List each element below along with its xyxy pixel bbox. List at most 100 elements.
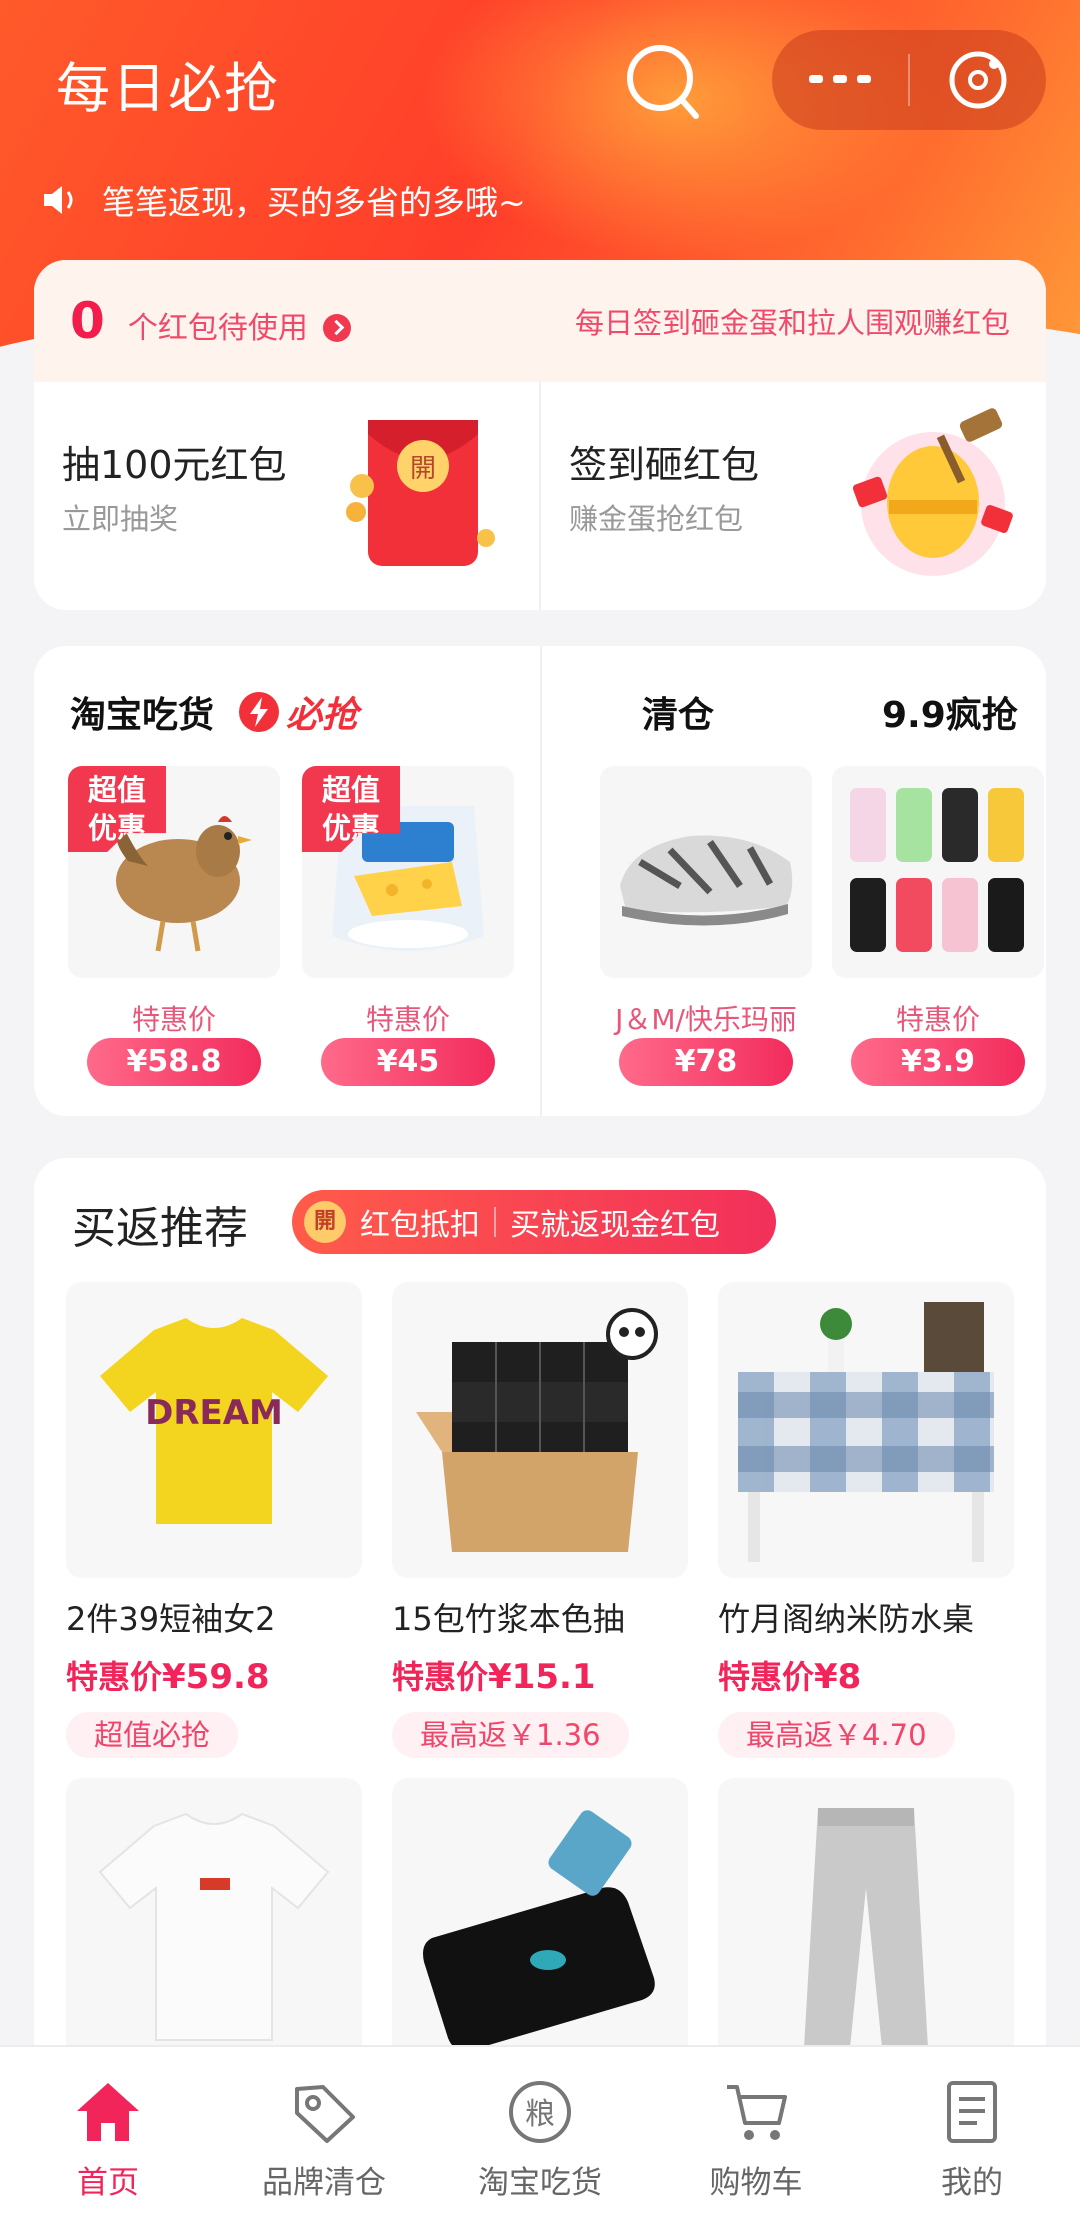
foodie-title: 淘宝吃货 bbox=[70, 695, 215, 736]
product-price-label: 特惠价 bbox=[131, 1003, 216, 1036]
rec-product-card[interactable]: DREAM 2件39短袖女2 特惠价¥59.8 超值必抢 bbox=[66, 1282, 362, 1758]
top-bar: 每日必抢 笔笔返现，买的多省的多哦~ bbox=[0, 0, 1080, 222]
banner-left-text: 红包抵扣 bbox=[360, 1208, 480, 1243]
redpack-header[interactable]: 0 个红包待使用 每日签到砸金蛋和拉人围观赚红包 bbox=[34, 260, 1046, 382]
coin-icon: 開 bbox=[304, 1201, 346, 1243]
tab-label: 我的 bbox=[941, 2165, 1003, 2201]
red-envelope-open-text: 開 bbox=[410, 454, 436, 484]
redpack-card: 0 个红包待使用 每日签到砸金蛋和拉人围观赚红包 抽100元红包 立即抽奖 開 … bbox=[34, 260, 1046, 610]
clearance-section[interactable]: 清仓 9.9疯抢 J＆M/快乐玛丽 ¥78 特惠价 ¥3.9 bbox=[542, 646, 1046, 1116]
yellow-tshirt-image: DREAM bbox=[100, 1318, 328, 1524]
mini-program-capsule bbox=[772, 30, 1046, 130]
clearance-title: 清仓 bbox=[642, 695, 715, 736]
rec-product-card[interactable]: 15包竹浆本色抽 特惠价¥15.1 最高返￥1.36 bbox=[392, 1282, 688, 1758]
lottery-redpack-entry[interactable]: 抽100元红包 立即抽奖 開 bbox=[34, 382, 539, 610]
tablecloth-image bbox=[738, 1302, 994, 1562]
phone-cases-image bbox=[850, 788, 1024, 952]
price-amount: ¥15.1 bbox=[488, 1657, 596, 1697]
shoe-image bbox=[620, 835, 793, 926]
product-image bbox=[718, 1282, 1014, 1578]
tab-label: 首页 bbox=[77, 2165, 139, 2201]
speaker-icon bbox=[44, 186, 73, 214]
tshirt-print-text: DREAM bbox=[145, 1393, 283, 1433]
product-image bbox=[66, 1778, 362, 2074]
page-title: 每日必抢 bbox=[56, 57, 280, 120]
tab-label: 购物车 bbox=[709, 2165, 803, 2201]
close-button[interactable] bbox=[910, 30, 1046, 130]
close-circle-icon bbox=[949, 51, 1007, 109]
document-icon bbox=[947, 2081, 997, 2143]
red-envelope-icon: 開 bbox=[346, 420, 495, 566]
product-price-row: 特惠价¥8 bbox=[718, 1652, 1014, 1698]
lottery-subtitle: 立即抽奖 bbox=[62, 502, 179, 536]
tab-brand-clearance[interactable]: 品牌清仓 bbox=[216, 2047, 432, 2221]
tab-foodie[interactable]: 粮 淘宝吃货 bbox=[432, 2047, 648, 2221]
redpack-count-label: 个红包待使用 bbox=[127, 311, 308, 346]
banner-right-text: 买就返现金红包 bbox=[510, 1208, 720, 1243]
price-label: 特惠价 bbox=[718, 1658, 815, 1696]
tissue-box-image bbox=[416, 1308, 658, 1552]
search-icon bbox=[627, 45, 699, 119]
cashback-banner[interactable]: 開 红包抵扣 买就返现金红包 bbox=[292, 1190, 776, 1254]
grey-pants-image bbox=[804, 1808, 928, 2048]
product-price-row: 特惠价¥15.1 bbox=[392, 1652, 688, 1698]
bottom-tab-bar: 首页 品牌清仓 粮 淘宝吃货 购物车 我的 bbox=[0, 2045, 1080, 2221]
more-icon bbox=[809, 75, 871, 83]
cashback-tag: 最高返￥1.36 bbox=[392, 1712, 629, 1758]
lottery-title: 抽100元红包 bbox=[62, 443, 287, 487]
grain-icon: 粮 bbox=[509, 2081, 571, 2143]
product-image bbox=[392, 1778, 688, 2074]
search-button[interactable] bbox=[620, 38, 710, 128]
product-price-label: 特惠价 bbox=[895, 1003, 980, 1036]
rec-product-card[interactable] bbox=[718, 1778, 1014, 2074]
notice-bar: 笔笔返现，买的多省的多哦~ bbox=[40, 176, 526, 224]
rec-product-card[interactable] bbox=[392, 1778, 688, 2074]
product-thumb-shoe[interactable] bbox=[600, 766, 812, 978]
tab-mine[interactable]: 我的 bbox=[864, 2047, 1080, 2221]
rec-product-card[interactable]: 竹月阁纳米防水桌 特惠价¥8 最高返￥4.70 bbox=[718, 1282, 1014, 1758]
promo-tag: 超值必抢 bbox=[66, 1712, 239, 1758]
sign-in-redpack-entry[interactable]: 签到砸红包 赚金蛋抢红包 bbox=[539, 382, 1046, 610]
product-image bbox=[392, 1282, 688, 1578]
product-price-row: 特惠价¥59.8 bbox=[66, 1652, 362, 1698]
flash-sale-title: 9.9疯抢 bbox=[882, 695, 1018, 736]
product-price: ¥3.9 bbox=[851, 1038, 1025, 1086]
tab-cart[interactable]: 购物车 bbox=[648, 2047, 864, 2221]
product-name: 15包竹浆本色抽 bbox=[392, 1600, 625, 1638]
rec-product-card[interactable] bbox=[66, 1778, 362, 2074]
product-price: ¥45 bbox=[321, 1038, 495, 1086]
price-label: 特惠价 bbox=[392, 1658, 489, 1696]
product-price: ¥78 bbox=[619, 1038, 793, 1086]
product-image: DREAM bbox=[66, 1282, 362, 1578]
golden-egg-icon bbox=[852, 408, 1013, 576]
grain-icon-text: 粮 bbox=[525, 2097, 555, 2132]
product-name: 竹月阁纳米防水桌 bbox=[718, 1600, 975, 1638]
product-price: ¥58.8 bbox=[87, 1038, 261, 1086]
price-amount: ¥59.8 bbox=[162, 1657, 270, 1697]
notice-text: 笔笔返现，买的多省的多哦~ bbox=[102, 183, 526, 222]
more-button[interactable] bbox=[772, 30, 908, 130]
product-thumb-phone-cases[interactable] bbox=[832, 766, 1044, 978]
lightning-icon bbox=[239, 692, 279, 732]
promo-card: 淘宝吃货 必抢 超值 优惠 特惠价 ¥58.8 超值 优惠 特惠价 ¥45 清仓… bbox=[34, 646, 1046, 1116]
must-grab-text: 必抢 bbox=[286, 695, 359, 736]
tab-home[interactable]: 首页 bbox=[0, 2047, 216, 2221]
product-price-label: J＆M/快乐玛丽 bbox=[615, 1003, 797, 1036]
tab-label: 品牌清仓 bbox=[262, 2165, 386, 2201]
foodie-section[interactable]: 淘宝吃货 必抢 超值 优惠 特惠价 ¥58.8 超值 优惠 特惠价 ¥45 bbox=[34, 646, 540, 1116]
product-name: 2件39短袖女2 bbox=[66, 1600, 276, 1638]
product-price-label: 特惠价 bbox=[365, 1003, 450, 1036]
banner-separator bbox=[494, 1207, 496, 1237]
tag-icon bbox=[295, 2085, 355, 2143]
redpack-earn-link[interactable]: 每日签到砸金蛋和拉人围观赚红包 bbox=[575, 300, 1010, 342]
redpack-count: 0 bbox=[70, 292, 105, 350]
cashback-tag: 最高返￥4.70 bbox=[718, 1712, 955, 1758]
product-image bbox=[718, 1778, 1014, 2074]
tab-label: 淘宝吃货 bbox=[478, 2165, 602, 2201]
white-tshirt-image bbox=[98, 1812, 330, 2041]
product-thumb-chicken[interactable]: 超值 优惠 bbox=[68, 766, 280, 978]
product-thumb-cheese[interactable]: 超值 优惠 bbox=[302, 766, 514, 978]
price-label: 特惠价 bbox=[66, 1658, 163, 1696]
section-title: 买返推荐 bbox=[72, 1203, 248, 1254]
cart-icon bbox=[727, 2085, 787, 2140]
